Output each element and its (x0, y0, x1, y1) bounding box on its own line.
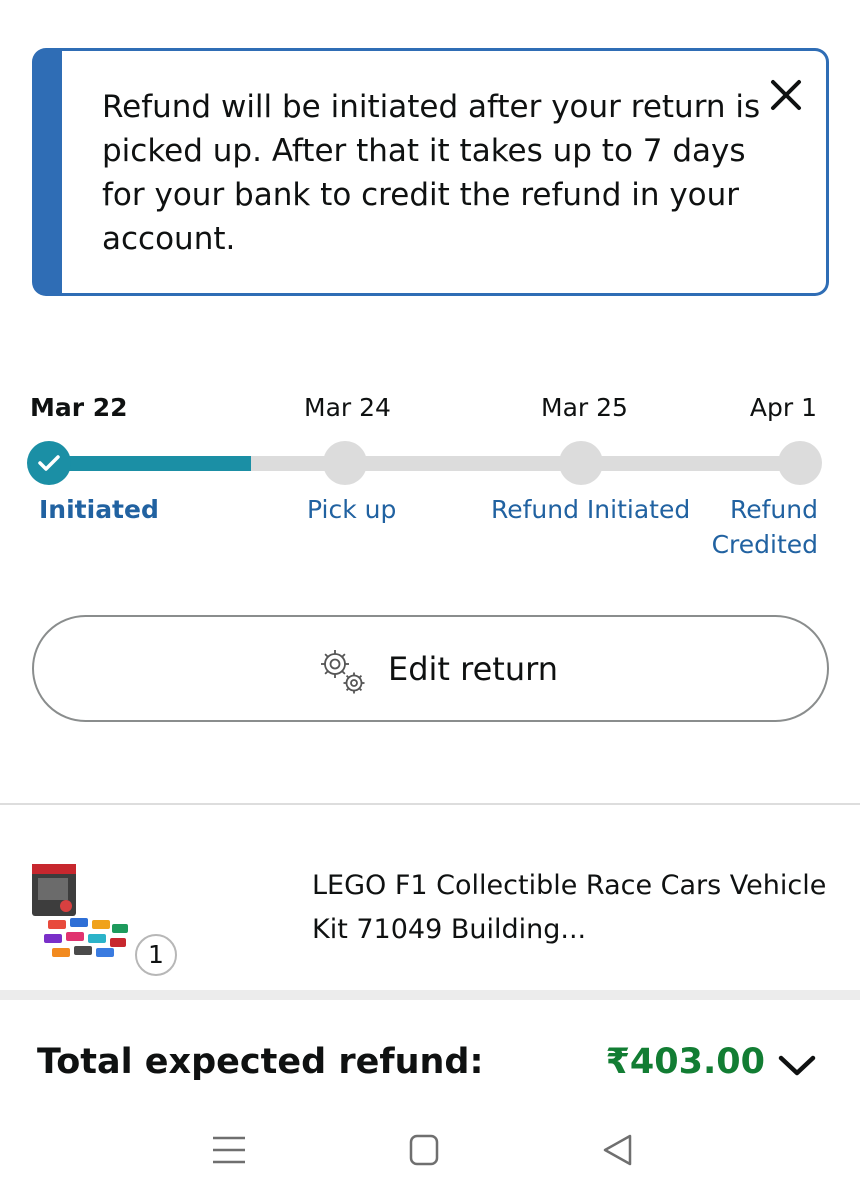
total-refund-label: Total expected refund: (37, 1042, 484, 1082)
step-node-refund-credited (778, 441, 822, 485)
step-date-refund-credited: Apr 1 (749, 393, 817, 422)
edit-return-label: Edit return (388, 650, 558, 688)
system-nav-bar (0, 1110, 860, 1200)
section-divider (0, 803, 860, 805)
step-date-refund-initiated: Mar 25 (541, 393, 628, 422)
menu-icon[interactable] (207, 1128, 251, 1172)
step-label-refund-credited: Refund Credited (711, 495, 818, 559)
step-label-refund-initiated: Refund Initiated (491, 495, 691, 524)
product-row[interactable]: 1 LEGO F1 Collectible Race Cars Vehicle … (0, 806, 860, 990)
step-node-refund-initiated (559, 441, 603, 485)
banner-message: Refund will be initiated after your retu… (102, 89, 761, 257)
return-progress-tracker: Mar 22 Mar 24 Mar 25 Apr 1 Initiated Pic… (0, 380, 860, 570)
step-label-initiated: Initiated (39, 495, 159, 524)
edit-return-button[interactable]: Edit return (32, 615, 829, 722)
chevron-down-icon[interactable] (777, 1052, 817, 1078)
step-label-pickup: Pick up (307, 495, 397, 524)
total-refund-amount[interactable]: ₹403.00 (606, 1038, 765, 1086)
progress-track (48, 456, 800, 471)
section-separator (0, 990, 860, 1000)
quantity-badge: 1 (135, 934, 177, 976)
info-banner: Refund will be initiated after your retu… (32, 48, 829, 296)
close-icon[interactable] (768, 77, 804, 113)
step-node-initiated (27, 441, 71, 485)
gears-icon (321, 650, 365, 694)
step-date-initiated: Mar 22 (30, 393, 128, 422)
step-date-pickup: Mar 24 (304, 393, 391, 422)
home-icon[interactable] (402, 1128, 446, 1172)
step-node-pickup (323, 441, 367, 485)
product-title[interactable]: LEGO F1 Collectible Race Cars Vehicle Ki… (312, 864, 832, 952)
check-icon (38, 455, 60, 471)
product-thumbnail[interactable] (24, 862, 134, 972)
back-icon[interactable] (597, 1128, 641, 1172)
progress-fill (48, 456, 252, 471)
